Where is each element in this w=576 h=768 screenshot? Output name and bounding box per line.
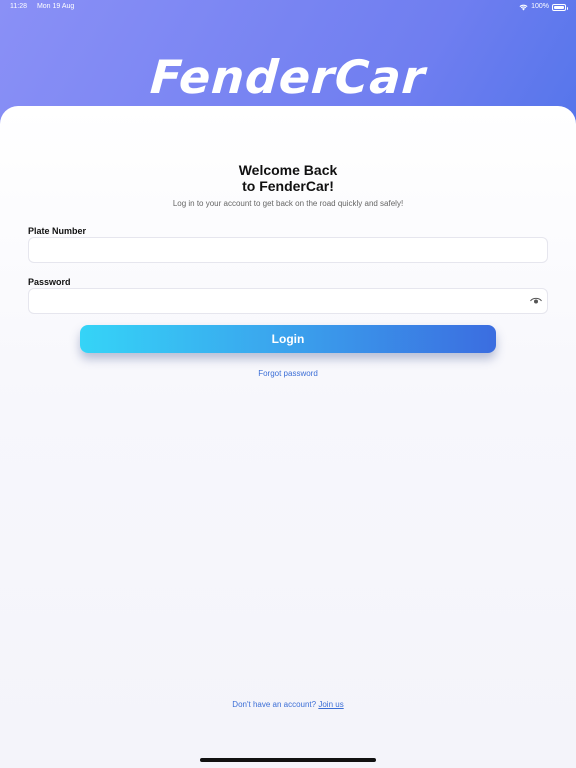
status-right: 100% [519,0,568,14]
no-account-text: Don't have an account? [232,700,317,709]
plate-number-label: Plate Number [28,226,87,236]
wifi-icon [519,4,528,10]
eye-icon[interactable] [530,296,542,305]
signup-prompt: Don't have an account? Join us [0,700,576,709]
password-input[interactable] [28,288,548,314]
plate-number-input[interactable] [28,237,548,263]
title-line-2: to FenderCar! [242,178,334,194]
page-subtitle: Log in to your account to get back on th… [172,199,404,208]
status-bar: 11:28 Mon 19 Aug 100% [0,0,576,14]
fendercar-logo: FenderCar [148,50,428,104]
login-button[interactable]: Login [80,325,496,353]
forgot-password-link[interactable]: Forgot password [0,369,576,378]
status-left: 11:28 Mon 19 Aug [10,0,82,14]
title-line-1: Welcome Back [238,162,338,178]
status-time: 11:28 [10,3,27,10]
page-title: Welcome Back to FenderCar! [0,162,576,194]
status-date: Mon 19 Aug [36,3,75,10]
join-us-link[interactable]: Join us [318,700,343,709]
home-indicator [200,758,376,762]
login-screen: 11:28 Mon 19 Aug 100% FenderCar Welcome … [0,0,576,768]
password-label: Password [28,277,71,287]
login-card: Welcome Back to FenderCar! Log in to you… [0,106,576,768]
battery-icon [552,3,568,11]
battery-percent: 100% [531,3,549,10]
